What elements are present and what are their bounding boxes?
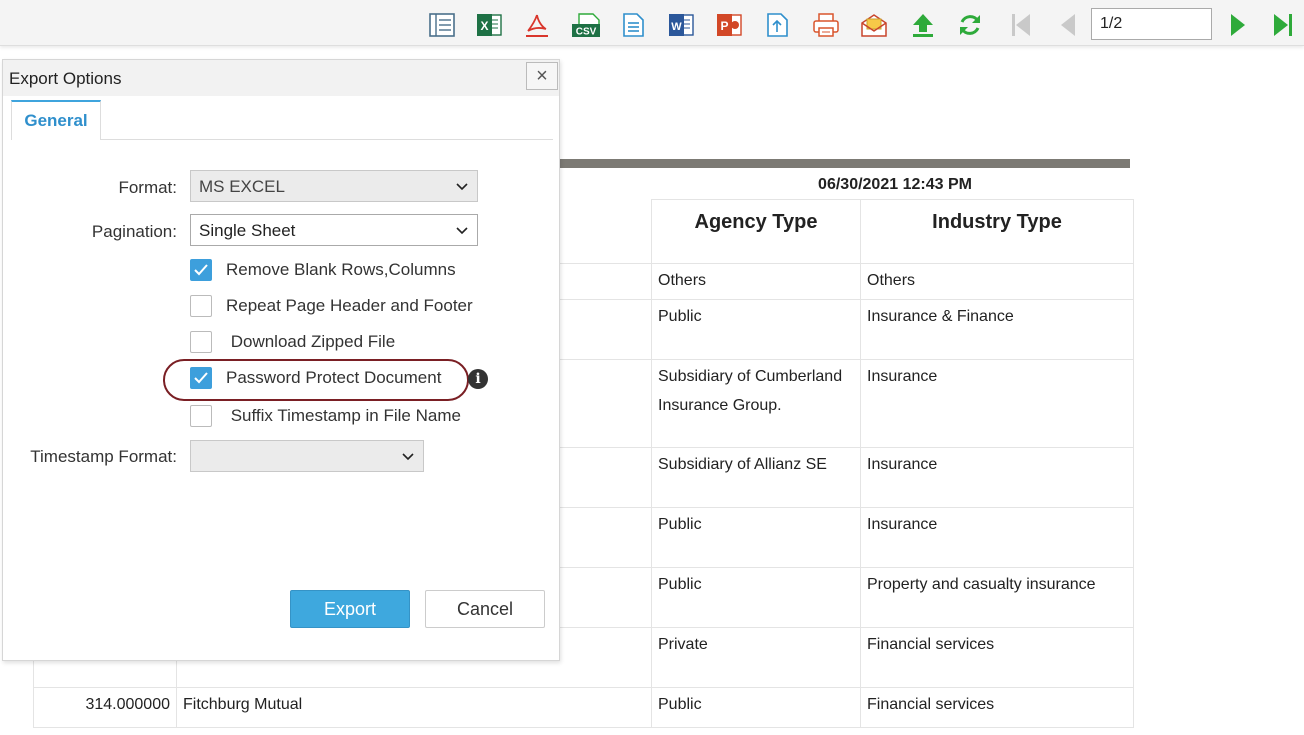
option-download-zipped[interactable]: Download Zipped File <box>190 331 395 353</box>
timestamp-format-label: Timestamp Format: <box>30 447 177 466</box>
pagination-select[interactable]: Single Sheet <box>190 214 478 246</box>
timestamp-format-select[interactable] <box>190 440 424 472</box>
option-password-protect[interactable]: Password Protect Document <box>190 367 441 389</box>
refresh-icon[interactable] <box>955 10 985 40</box>
pdf-icon[interactable] <box>522 10 552 40</box>
info-icon[interactable]: i <box>468 369 488 389</box>
option-label: Suffix Timestamp in File Name <box>226 406 461 425</box>
last-page-icon[interactable] <box>1268 10 1298 40</box>
cancel-button[interactable]: Cancel <box>425 590 545 628</box>
format-label: Format: <box>118 178 177 197</box>
checkbox[interactable] <box>190 405 212 427</box>
upload-icon[interactable] <box>908 10 938 40</box>
csv-icon-label: CSV <box>576 27 597 38</box>
powerpoint-icon[interactable]: P <box>714 10 744 40</box>
checkbox[interactable] <box>190 295 212 317</box>
format-select-value: MS EXCEL <box>199 177 285 196</box>
close-icon: × <box>536 64 548 87</box>
option-suffix-timestamp[interactable]: Suffix Timestamp in File Name <box>190 405 461 427</box>
svg-text:X: X <box>480 19 488 33</box>
checkbox-checked[interactable] <box>190 367 212 389</box>
report-toolbar: X CSV W P <box>0 0 1304 46</box>
table-view-icon[interactable] <box>427 10 457 40</box>
tab-divider <box>101 139 553 140</box>
email-icon[interactable] <box>859 10 889 40</box>
print-icon[interactable] <box>811 10 841 40</box>
format-select[interactable]: MS EXCEL <box>190 170 478 202</box>
header-industry-type: Industry Type <box>860 199 1134 264</box>
header-agency-type: Agency Type <box>651 199 861 264</box>
checkmark-icon <box>194 372 208 384</box>
text-icon[interactable] <box>618 10 648 40</box>
chevron-down-icon <box>402 453 414 461</box>
excel-icon[interactable]: X <box>474 10 504 40</box>
export-button[interactable]: Export <box>290 590 410 628</box>
pagination-label: Pagination: <box>91 222 177 241</box>
option-label: Password Protect Document <box>226 368 442 387</box>
prev-page-icon[interactable] <box>1053 10 1083 40</box>
pagination-select-value: Single Sheet <box>199 221 296 240</box>
chevron-down-icon <box>456 183 468 191</box>
svg-text:P: P <box>720 19 728 33</box>
checkmark-icon <box>194 264 208 276</box>
option-label: Repeat Page Header and Footer <box>226 296 473 315</box>
chevron-down-icon <box>456 227 468 235</box>
page-number-input[interactable] <box>1091 8 1212 40</box>
table-row: 314.000000 Fitchburg Mutual Public Finan… <box>33 687 1134 728</box>
word-icon[interactable]: W <box>666 10 696 40</box>
upload-file-icon[interactable] <box>762 10 792 40</box>
option-label: Remove Blank Rows,Columns <box>226 260 456 279</box>
tab-general[interactable]: General <box>11 100 101 140</box>
close-button[interactable]: × <box>526 62 558 90</box>
export-options-dialog: Export Options × General Format: MS EXCE… <box>2 59 560 661</box>
checkbox[interactable] <box>190 331 212 353</box>
next-page-icon[interactable] <box>1223 10 1253 40</box>
option-remove-blank[interactable]: Remove Blank Rows,Columns <box>190 259 456 281</box>
checkbox-checked[interactable] <box>190 259 212 281</box>
first-page-icon[interactable] <box>1005 10 1035 40</box>
dialog-title: Export Options <box>3 60 559 96</box>
report-timestamp: 06/30/2021 12:43 PM <box>818 176 972 193</box>
svg-text:W: W <box>671 21 682 33</box>
report-header-bar <box>560 159 1130 168</box>
csv-icon[interactable]: CSV <box>570 10 604 40</box>
option-label: Download Zipped File <box>226 332 396 351</box>
option-repeat-header-footer[interactable]: Repeat Page Header and Footer <box>190 295 473 317</box>
